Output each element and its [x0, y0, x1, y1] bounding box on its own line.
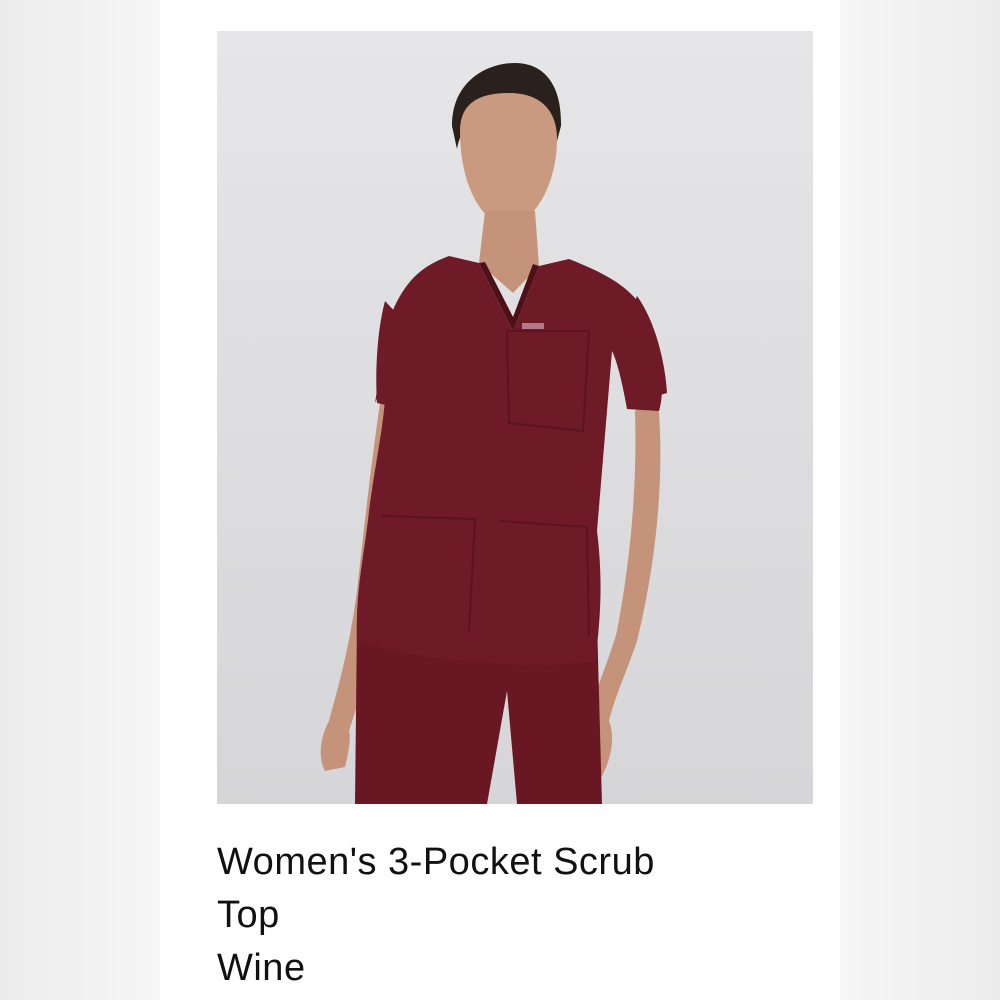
product-image[interactable]: [217, 31, 813, 804]
product-caption: Women's 3-Pocket Scrub Top Wine: [217, 836, 777, 995]
product-card[interactable]: Women's 3-Pocket Scrub Top Wine: [160, 0, 840, 1000]
page-background-right: [840, 0, 1000, 1000]
product-title-line1[interactable]: Women's 3-Pocket Scrub: [217, 836, 777, 889]
product-title-line2[interactable]: Top: [217, 889, 777, 942]
model-illustration: [320, 63, 667, 804]
product-color-name: Wine: [217, 947, 306, 989]
page-background-left: [0, 0, 160, 1000]
